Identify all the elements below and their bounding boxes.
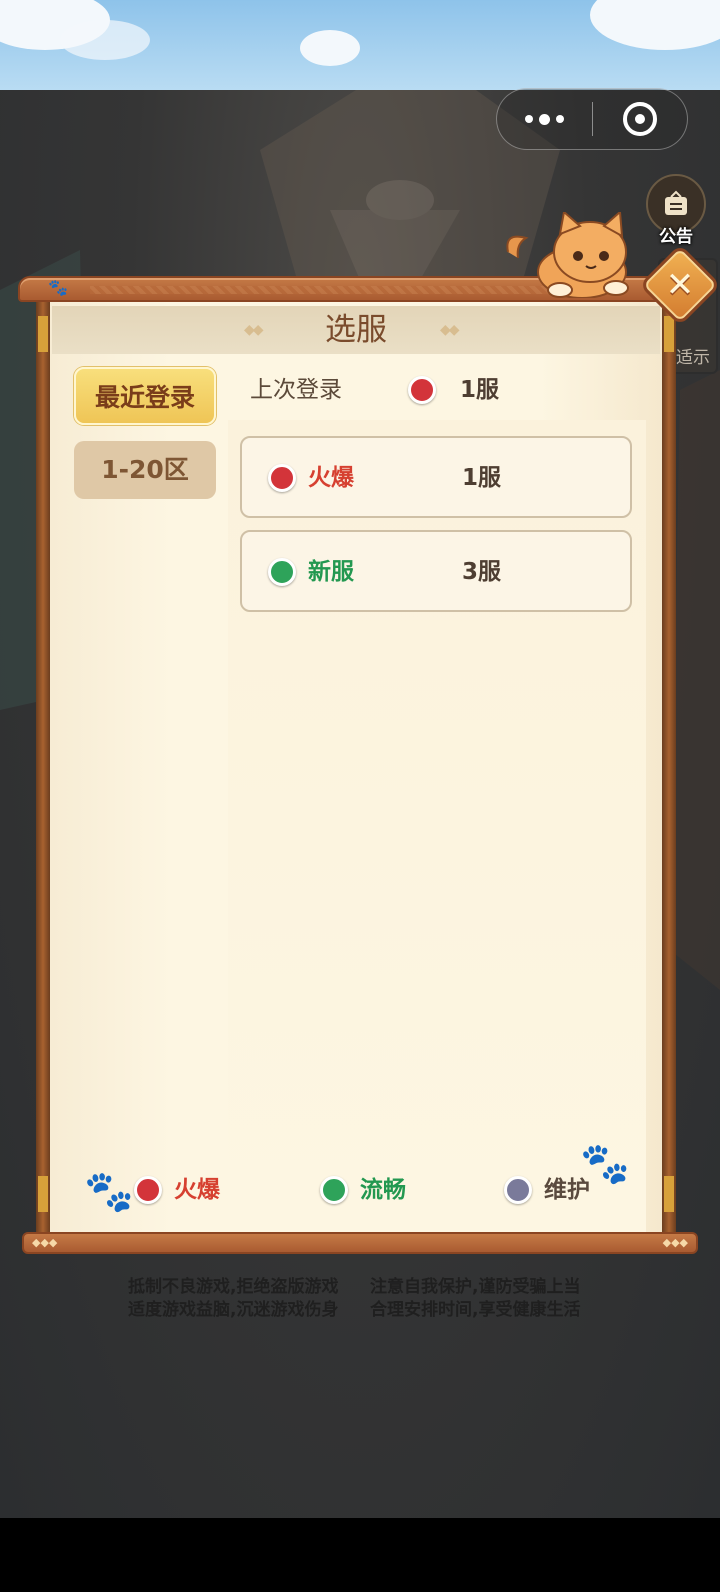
health-notice-right: 注意自我保护,谨防受骗上当 合理安排时间,享受健康生活: [370, 1277, 581, 1320]
server-status-text: 新服: [308, 559, 354, 585]
close-button[interactable]: ✕: [651, 256, 709, 314]
panel-right-pole: [662, 296, 676, 1236]
server-status-text: 火爆: [308, 465, 354, 491]
server-card-3[interactable]: 新服 3服: [240, 530, 632, 612]
miniprogram-capsule: [496, 88, 688, 150]
panel-bottom-scroll-bar: ◆◆◆ ◆◆◆: [22, 1232, 698, 1254]
notice-button[interactable]: 公告: [645, 174, 707, 247]
server-card-1[interactable]: 火爆 1服: [240, 436, 632, 518]
more-dot-icon: [556, 115, 564, 123]
hot-status-icon: [268, 464, 296, 492]
legend-hot-label: 火爆: [174, 1177, 220, 1203]
title-ornament-right: ◆◆: [440, 322, 459, 338]
title-ornament-left: ◆◆: [244, 322, 263, 338]
side-hint-label: 适示: [676, 348, 710, 368]
server-name: 3服: [462, 559, 502, 585]
paw-watermark-icon: 🐾: [84, 1169, 134, 1215]
exit-miniprogram-button[interactable]: [593, 89, 687, 149]
hot-status-icon: [408, 376, 436, 404]
more-dot-icon: [539, 113, 550, 125]
new-status-icon: [268, 558, 296, 586]
paw-icon: 🐾: [48, 278, 68, 297]
last-login-label: 上次登录: [250, 377, 342, 403]
tab-zone-1-20[interactable]: 1-20区: [74, 441, 216, 499]
more-menu-button[interactable]: [497, 89, 592, 149]
legend-smooth-label: 流畅: [360, 1177, 406, 1203]
notice-label: 公告: [659, 227, 693, 247]
health-notice-left: 抵制不良游戏,拒绝盗版游戏 适度游戏益脑,沉迷游戏伤身: [128, 1277, 339, 1320]
dialog-title: 选服: [325, 312, 387, 348]
cat-mascot-icon: [506, 212, 629, 298]
smooth-legend-icon: [320, 1176, 348, 1204]
last-login-server[interactable]: 1服: [460, 370, 499, 410]
tab-recent-login[interactable]: 最近登录: [74, 367, 216, 425]
legend-maintenance-label: 维护: [544, 1177, 590, 1203]
server-name: 1服: [462, 465, 502, 491]
maintenance-legend-icon: [504, 1176, 532, 1204]
bottom-bar-background: [0, 1518, 720, 1592]
sky-background: [0, 0, 720, 90]
panel-left-pole: [36, 296, 50, 1236]
hot-legend-icon: [134, 1176, 162, 1204]
more-dot-icon: [525, 115, 533, 123]
target-icon: [623, 102, 657, 136]
close-icon: ✕: [665, 265, 695, 305]
